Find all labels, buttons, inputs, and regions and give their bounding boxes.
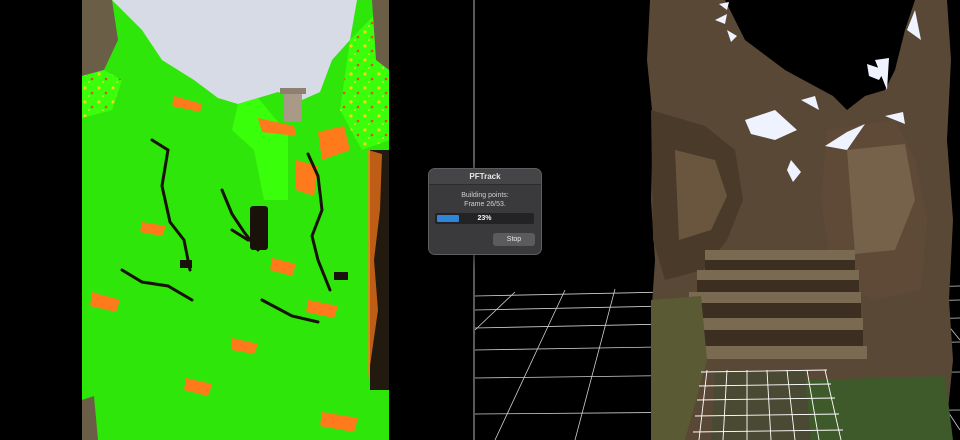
dialog-message: Building points: Frame 26/53. <box>429 191 541 209</box>
dialog-message-line1: Building points: <box>461 192 509 199</box>
point-cloud-scene <box>475 0 960 440</box>
right-viewport-3d-point-cloud[interactable] <box>475 0 960 440</box>
progress-bar: 23% <box>435 213 534 224</box>
confidence-map-image <box>82 0 389 440</box>
left-viewport-confidence-map[interactable] <box>0 0 473 440</box>
progress-dialog: PFTrack Building points: Frame 26/53. 23… <box>428 168 542 255</box>
confidence-map-frame <box>82 0 389 440</box>
dialog-title: PFTrack <box>429 169 541 185</box>
progress-percent: 23% <box>477 215 492 222</box>
stop-button[interactable]: Stop <box>493 233 535 246</box>
dialog-message-line2: Frame 26/53. <box>464 201 506 208</box>
